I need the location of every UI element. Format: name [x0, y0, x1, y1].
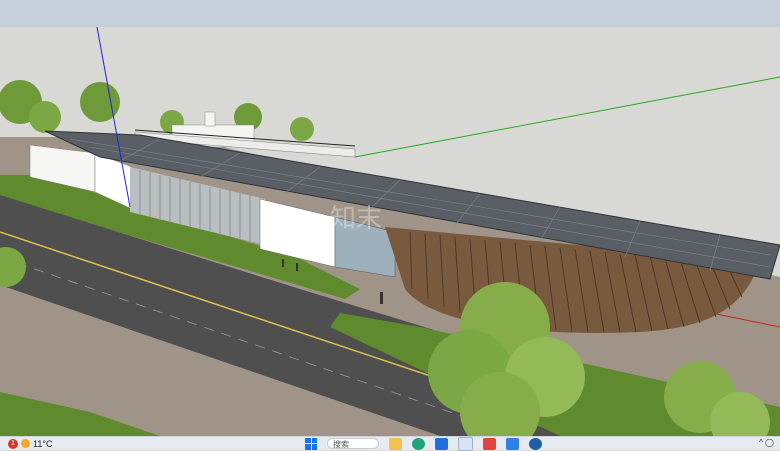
taskbar-search-input[interactable]: 搜索 — [327, 438, 379, 449]
system-tray[interactable]: ^ ◯ — [759, 438, 774, 447]
file-explorer-icon[interactable] — [389, 437, 402, 450]
mail-icon[interactable] — [458, 436, 473, 451]
weather-widget[interactable]: 1 11°C — [8, 438, 52, 449]
red-app-icon[interactable] — [483, 437, 496, 450]
scene-canvas[interactable]: 知末 — [0, 27, 780, 436]
store-icon[interactable] — [435, 437, 448, 450]
blue-app-icon[interactable] — [506, 437, 519, 450]
sketchup-icon[interactable] — [529, 437, 542, 450]
windows-taskbar: 1 11°C 搜索 ^ ◯ — [0, 436, 780, 451]
edge-browser-icon[interactable] — [412, 437, 425, 450]
watermark-text: 知末 — [330, 203, 382, 233]
weather-icon — [21, 439, 30, 448]
windows-start-icon[interactable] — [305, 437, 317, 450]
rooftop-chimney — [204, 111, 216, 127]
3d-model-viewport[interactable]: 知末 — [0, 27, 780, 436]
taskbar-apps: 搜索 — [305, 436, 542, 451]
temperature-label: 11°C — [33, 438, 53, 449]
window-titlebar — [0, 0, 780, 27]
notification-badge: 1 — [8, 438, 18, 449]
